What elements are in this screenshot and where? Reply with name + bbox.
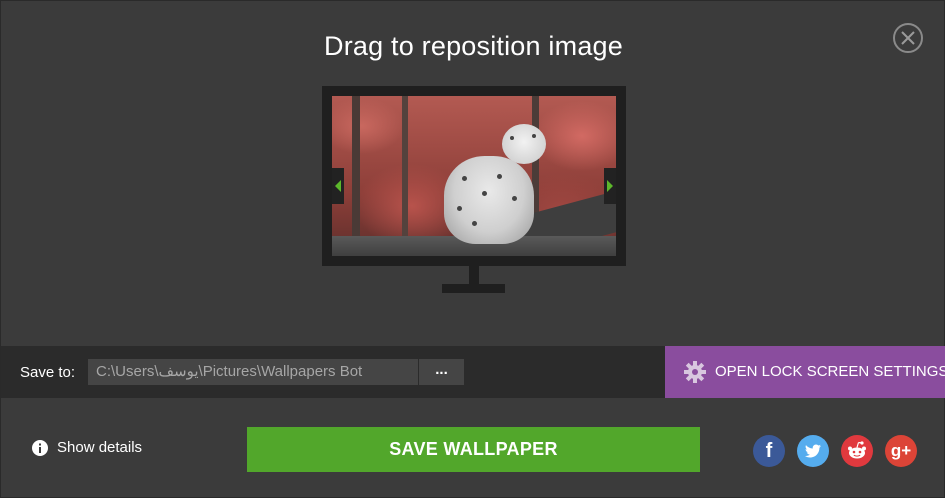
snow-leopard (444, 156, 534, 244)
facebook-icon: f (765, 440, 773, 462)
reddit-share-button[interactable] (841, 435, 873, 467)
save-to-label: Save to: (20, 364, 76, 381)
open-lock-screen-settings-button[interactable]: OPEN LOCK SCREEN SETTINGS (665, 346, 945, 398)
reddit-icon (848, 441, 866, 459)
twitter-share-button[interactable] (797, 435, 829, 467)
monitor-stand (469, 266, 479, 284)
monitor-base (442, 284, 505, 293)
close-button[interactable] (893, 23, 923, 53)
dialog-title: Drag to reposition image (324, 31, 623, 61)
wallpaper-dialog: Drag to reposition image Save to: C:\Use… (0, 0, 945, 498)
facebook-share-button[interactable]: f (753, 435, 785, 467)
save-path-field[interactable]: C:\Users\يوسف\Pictures\Wallpapers Bot (88, 359, 418, 385)
save-wallpaper-button[interactable]: SAVE WALLPAPER (247, 427, 700, 472)
close-icon (901, 31, 915, 45)
reposition-right-handle[interactable] (604, 168, 616, 204)
google-plus-icon: g+ (890, 441, 912, 460)
chevron-right-icon (607, 180, 613, 192)
browse-button[interactable]: ... (419, 359, 464, 385)
save-location-bar: Save to: C:\Users\يوسف\Pictures\Wallpape… (1, 346, 945, 398)
reposition-left-handle[interactable] (332, 168, 344, 204)
gear-icon (684, 361, 706, 383)
twitter-icon (805, 444, 821, 458)
info-icon (32, 440, 48, 456)
monitor-preview (322, 86, 626, 266)
wallpaper-preview-image[interactable] (332, 96, 616, 256)
google-plus-share-button[interactable]: g+ (885, 435, 917, 467)
show-details-label: Show details (57, 439, 143, 456)
chevron-left-icon (335, 180, 341, 192)
lock-screen-label: OPEN LOCK SCREEN SETTINGS (715, 363, 945, 380)
